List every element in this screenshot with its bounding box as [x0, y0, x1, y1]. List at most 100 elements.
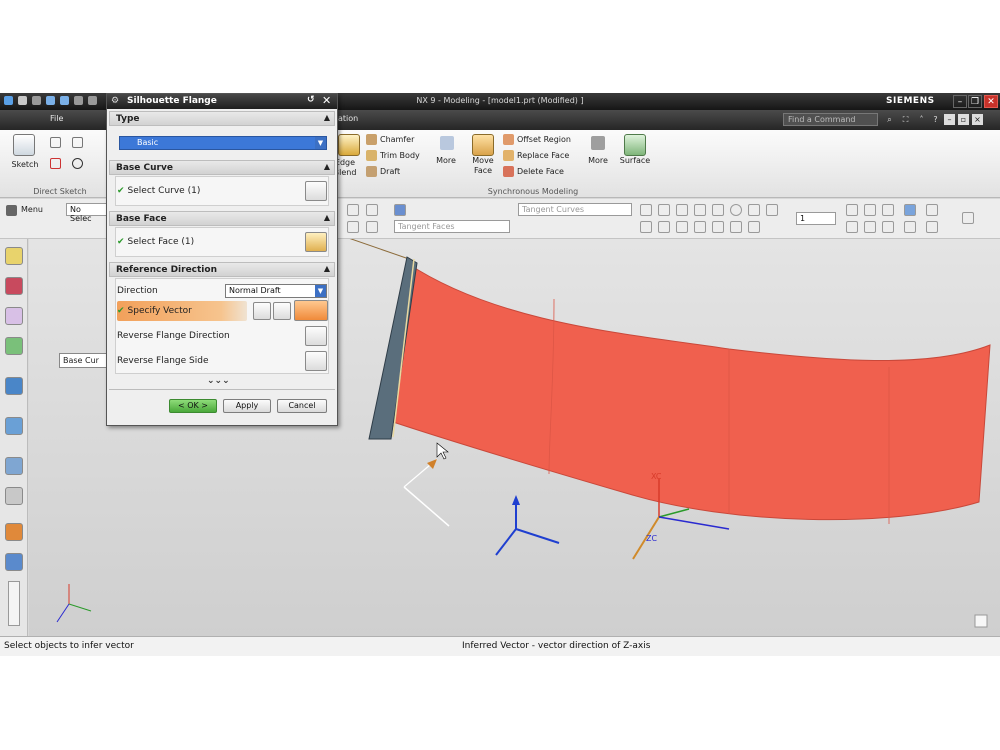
- assembly-navigator-icon[interactable]: [5, 277, 23, 295]
- tab-application[interactable]: ation: [338, 114, 358, 123]
- chamfer-button[interactable]: Chamfer: [366, 134, 414, 145]
- viewport-resize-handle[interactable]: [974, 614, 988, 628]
- snap-intersection-icon[interactable]: [748, 204, 760, 216]
- rectangle-icon[interactable]: [72, 137, 83, 148]
- ribbon-close-icon[interactable]: ×: [972, 114, 983, 125]
- process-studio-icon[interactable]: [5, 487, 23, 505]
- snap-face-icon[interactable]: [658, 221, 670, 233]
- type-dropdown[interactable]: Basic ▼: [119, 136, 327, 150]
- trim-body-button[interactable]: Trim Body: [366, 150, 420, 161]
- restore-button[interactable]: ❐: [968, 95, 982, 108]
- more-options-chevron-icon[interactable]: ⌄⌄⌄: [207, 376, 230, 386]
- inferred-vector-dropdown[interactable]: [294, 300, 328, 321]
- snap-parallel-icon[interactable]: [730, 221, 742, 233]
- snap-line-icon[interactable]: [676, 221, 688, 233]
- delete-face-button[interactable]: Delete Face: [503, 166, 564, 177]
- view-zoom-icon[interactable]: [882, 221, 894, 233]
- command-search-input[interactable]: Find a Command: [783, 113, 878, 126]
- select-curve-row[interactable]: ✔ Select Curve (1): [117, 186, 200, 196]
- constraint-navigator-icon[interactable]: [5, 307, 23, 325]
- settings-icon[interactable]: [962, 212, 974, 224]
- sketch-button-label[interactable]: Sketch: [6, 160, 44, 170]
- reference-direction-section-header[interactable]: Reference Direction ▲: [109, 262, 335, 277]
- collapse-icon[interactable]: ▲: [324, 264, 330, 273]
- replace-face-button[interactable]: Replace Face: [503, 150, 569, 161]
- part-navigator-icon[interactable]: [5, 247, 23, 265]
- reuse-library-icon[interactable]: [5, 337, 23, 355]
- snap-point-icon[interactable]: [640, 221, 652, 233]
- work-view-icon[interactable]: [904, 221, 916, 233]
- render-style-icon[interactable]: [904, 204, 916, 216]
- surface-icon[interactable]: [624, 134, 646, 156]
- ribbon-restore-icon[interactable]: ▫: [958, 114, 969, 125]
- system-scenes-icon[interactable]: [5, 553, 23, 571]
- view-triad-icon[interactable]: [926, 204, 938, 216]
- base-curve-section-header[interactable]: Base Curve ▲: [109, 160, 335, 175]
- snap-arc-icon[interactable]: [712, 204, 724, 216]
- view-orient-icon[interactable]: [882, 204, 894, 216]
- history-icon[interactable]: [5, 417, 23, 435]
- specify-vector-row[interactable]: ✔ Specify Vector: [117, 306, 192, 316]
- apply-button[interactable]: Apply: [223, 399, 271, 413]
- view-fit-icon[interactable]: [846, 204, 858, 216]
- ribbon-minimize-icon[interactable]: –: [944, 114, 955, 125]
- snap-midpoint-icon[interactable]: [658, 204, 670, 216]
- base-face-section-header[interactable]: Base Face ▲: [109, 211, 335, 226]
- more-sync-icon[interactable]: [591, 136, 605, 150]
- orient-icon[interactable]: [366, 221, 378, 233]
- snap-icon[interactable]: [347, 204, 359, 216]
- snap-quadrant-icon[interactable]: [766, 204, 778, 216]
- snap-perpendicular-icon[interactable]: [694, 221, 706, 233]
- snap-tangent-icon[interactable]: [694, 204, 706, 216]
- select-box-icon[interactable]: [366, 204, 378, 216]
- selection-filter-dropdown[interactable]: No Selec: [66, 203, 108, 223]
- view-section-icon[interactable]: [846, 221, 858, 233]
- vector-dialog-button[interactable]: [253, 302, 271, 320]
- collapse-icon[interactable]: ▲: [324, 162, 330, 171]
- move-face-icon[interactable]: [472, 134, 494, 156]
- line-icon[interactable]: [50, 158, 61, 169]
- snap-grid-icon[interactable]: [676, 204, 688, 216]
- layer-dropdown[interactable]: 1: [796, 212, 836, 225]
- type-section-header[interactable]: Type ▲: [109, 111, 335, 126]
- profile-icon[interactable]: [50, 137, 61, 148]
- resource-scroll[interactable]: [8, 581, 20, 626]
- offset-region-button[interactable]: Offset Region: [503, 134, 571, 145]
- fit-icon[interactable]: ⛶: [900, 114, 911, 125]
- dialog-gear-icon[interactable]: ⚙: [111, 96, 119, 106]
- help-icon[interactable]: ?: [930, 114, 941, 125]
- clock-icon[interactable]: [5, 457, 23, 475]
- ok-button[interactable]: < OK >: [169, 399, 217, 413]
- chevron-up-icon[interactable]: ˄: [916, 114, 927, 125]
- tab-file[interactable]: File: [50, 114, 63, 123]
- view-pan-icon[interactable]: [864, 221, 876, 233]
- select-face-row[interactable]: ✔ Select Face (1): [117, 237, 194, 247]
- direction-dropdown[interactable]: Normal Draft ▼: [225, 284, 327, 298]
- more-features-icon[interactable]: [440, 136, 454, 150]
- cancel-button[interactable]: Cancel: [277, 399, 327, 413]
- more-sync-button[interactable]: More: [582, 156, 614, 166]
- reset-icon[interactable]: ↺: [307, 95, 315, 105]
- face-picker-button[interactable]: [305, 232, 327, 252]
- search-icon[interactable]: ⌕: [884, 114, 895, 125]
- snap-vertex-icon[interactable]: [748, 221, 760, 233]
- menu-button[interactable]: Menu: [21, 205, 43, 214]
- web-browser-icon[interactable]: [5, 377, 23, 395]
- curve-picker-button[interactable]: [305, 181, 327, 201]
- edge-blend-icon[interactable]: [338, 134, 360, 156]
- curve-rule-dropdown[interactable]: Tangent Curves: [518, 203, 632, 216]
- sketch-icon[interactable]: [13, 134, 35, 156]
- more-features-button[interactable]: More: [430, 156, 462, 166]
- collapse-icon[interactable]: ▲: [324, 113, 330, 122]
- move-handle-icon[interactable]: [347, 221, 359, 233]
- view-rotate-icon[interactable]: [864, 204, 876, 216]
- minimize-button[interactable]: –: [953, 95, 967, 108]
- snap-center-icon[interactable]: [730, 204, 742, 216]
- reverse-vector-button[interactable]: [273, 302, 291, 320]
- dialog-close-icon[interactable]: ✕: [322, 94, 331, 107]
- collapse-icon[interactable]: ▲: [324, 213, 330, 222]
- wcs-icon[interactable]: [926, 221, 938, 233]
- close-button[interactable]: ✕: [984, 95, 998, 108]
- dialog-title-bar[interactable]: ⚙ Silhouette Flange ↺ ✕: [107, 94, 337, 109]
- reverse-flange-direction-button[interactable]: [305, 326, 327, 346]
